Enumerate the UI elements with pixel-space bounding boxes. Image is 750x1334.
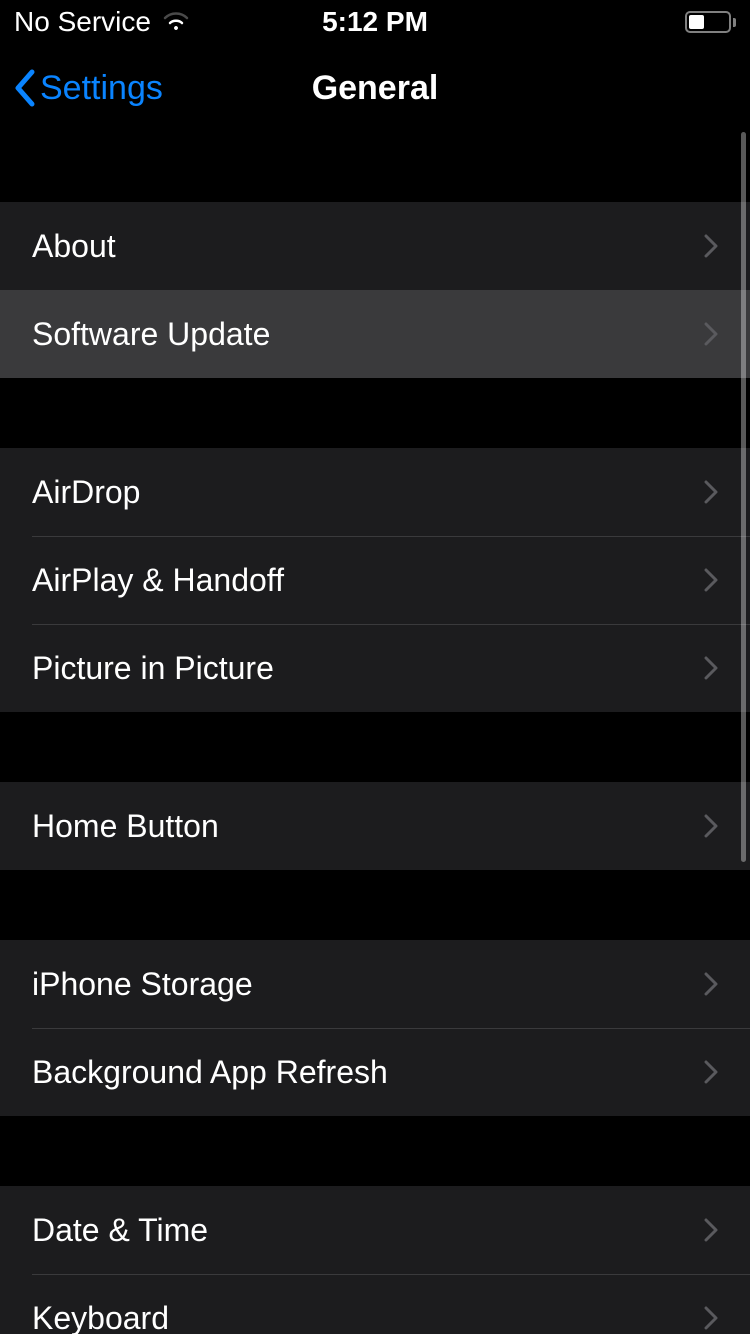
row-software-update[interactable]: Software Update [0,290,750,378]
row-picture-in-picture[interactable]: Picture in Picture [0,624,750,712]
row-label: Home Button [32,808,704,845]
nav-bar: Settings General [0,44,750,132]
time-label: 5:12 PM [322,6,428,38]
back-label: Settings [40,69,163,108]
section: Home Button [0,782,750,870]
row-home-button[interactable]: Home Button [0,782,750,870]
row-date-time[interactable]: Date & Time [0,1186,750,1274]
status-left: No Service [14,6,191,38]
carrier-label: No Service [14,6,151,38]
row-airplay-handoff[interactable]: AirPlay & Handoff [0,536,750,624]
row-label: Keyboard [32,1300,704,1334]
content: About Software Update AirDrop AirPlay & Han… [0,132,750,1334]
chevron-right-icon [704,656,718,680]
row-label: iPhone Storage [32,966,704,1003]
chevron-right-icon [704,234,718,258]
chevron-right-icon [704,814,718,838]
row-label: About [32,228,704,265]
chevron-right-icon [704,1306,718,1330]
chevron-right-icon [704,322,718,346]
battery-icon [685,11,736,33]
page-title: General [312,69,439,108]
status-right [685,11,736,33]
row-label: AirDrop [32,474,704,511]
row-iphone-storage[interactable]: iPhone Storage [0,940,750,1028]
row-label: Software Update [32,316,704,353]
section: AirDrop AirPlay & Handoff Picture in Pictu… [0,448,750,712]
section: iPhone Storage Background App Refresh [0,940,750,1116]
row-airdrop[interactable]: AirDrop [0,448,750,536]
row-about[interactable]: About [0,202,750,290]
row-keyboard[interactable]: Keyboard [0,1274,750,1334]
chevron-right-icon [704,1218,718,1242]
chevron-right-icon [704,568,718,592]
chevron-right-icon [704,1060,718,1084]
chevron-left-icon [12,68,36,108]
row-label: Picture in Picture [32,650,704,687]
back-button[interactable]: Settings [12,68,163,108]
section: Date & Time Keyboard [0,1186,750,1334]
status-bar: No Service 5:12 PM [0,0,750,44]
chevron-right-icon [704,480,718,504]
section: About Software Update [0,202,750,378]
row-label: AirPlay & Handoff [32,562,704,599]
scroll-indicator[interactable] [741,132,746,862]
row-background-app-refresh[interactable]: Background App Refresh [0,1028,750,1116]
wifi-icon [161,11,191,33]
chevron-right-icon [704,972,718,996]
row-label: Background App Refresh [32,1054,704,1091]
row-label: Date & Time [32,1212,704,1249]
